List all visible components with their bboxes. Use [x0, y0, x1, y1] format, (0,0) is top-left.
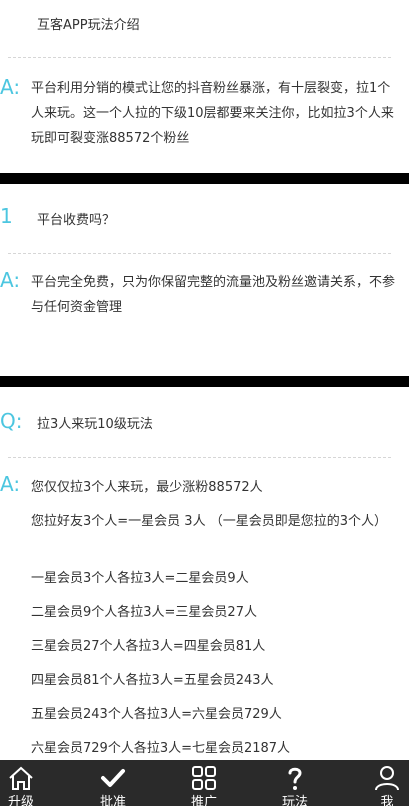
bottom-tab-bar: 升级 批准 推广 玩法 我 — [0, 760, 409, 806]
user-icon — [375, 766, 399, 791]
question-marker: Q: — [0, 409, 23, 433]
question-icon — [288, 767, 302, 790]
divider — [8, 253, 391, 254]
tab-label: 升级 — [7, 795, 34, 806]
section-separator — [0, 173, 409, 184]
tab-me[interactable]: 我 — [357, 760, 409, 806]
section-separator — [0, 376, 409, 387]
divider — [8, 57, 391, 58]
rule-line: 四星会员81个人各拉3人=五星会员243人 — [31, 673, 274, 688]
rule-line: 六星会员729个人各拉3人=七星会员2187人 — [31, 741, 291, 756]
intro-answer: 平台利用分销的模式让您的抖音粉丝暴涨，有十层裂变，拉1个人来玩。这一个人拉的下级… — [31, 81, 394, 146]
rule-line: 五星会员243个人各拉3人=六星会员729人 — [31, 707, 282, 722]
page: 互客APP玩法介绍 A: 平台利用分销的模式让您的抖音粉丝暴涨，有十层裂变，拉1… — [0, 0, 409, 806]
tab-howto[interactable]: 玩法 — [265, 760, 325, 806]
rule-line: 二星会员9个人各拉3人=三星会员27人 — [31, 605, 257, 620]
rule-line: 您仅仅拉3个人来玩，最少涨粉88572人 — [31, 480, 263, 495]
tab-upgrade[interactable]: 升级 — [0, 760, 51, 806]
tab-label: 我 — [380, 795, 394, 806]
tab-label: 玩法 — [281, 795, 308, 806]
tab-label: 批准 — [99, 795, 126, 806]
rule-line: 一星会员3个人各拉3人=二星会员9人 — [31, 571, 249, 586]
rule-line: 三星会员27个人各拉3人=四星会员81人 — [31, 639, 266, 654]
grid-icon — [192, 766, 216, 790]
intro-title: 互客APP玩法介绍 — [37, 18, 140, 33]
answer-marker: A: — [0, 268, 21, 292]
tab-approve[interactable]: 批准 — [83, 760, 143, 806]
tab-promote[interactable]: 推广 — [174, 760, 234, 806]
faq-answer: 平台完全免费，只为你保留完整的流量池及粉丝邀请关系，不参与任何资金管理 — [31, 275, 396, 315]
faq-question[interactable]: 拉3人来玩10级玩法 — [37, 413, 153, 432]
divider — [8, 457, 391, 458]
answer-marker: A: — [0, 75, 21, 99]
tab-label: 推广 — [190, 795, 217, 806]
question-marker: 1 — [0, 204, 13, 228]
home-icon — [9, 766, 33, 790]
check-icon — [101, 769, 125, 787]
rule-line: 您拉好友3个人=一星会员 3人 （一星会员即是您拉的3个人） — [31, 514, 387, 529]
answer-marker: A: — [0, 472, 21, 496]
faq-question[interactable]: 平台收费吗？ — [37, 209, 115, 228]
